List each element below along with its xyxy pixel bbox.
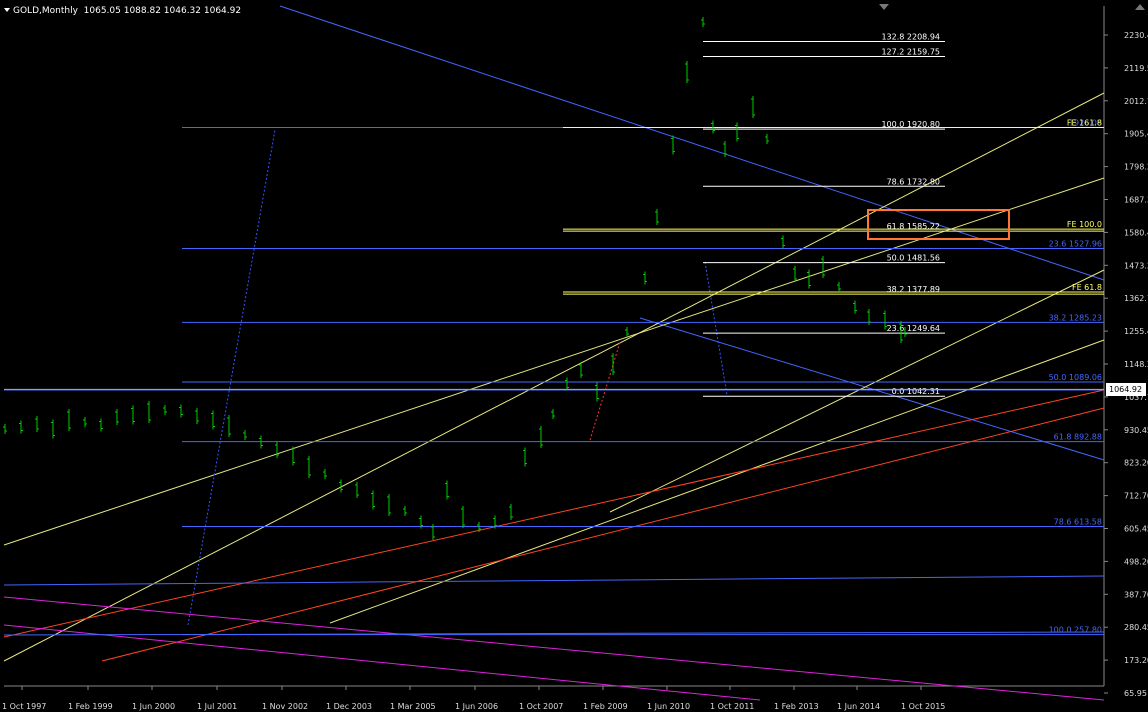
blue-dotted-line [187, 129, 276, 626]
y-tick-label: 1148.20 [1124, 360, 1148, 369]
blue-dotted-line [704, 261, 728, 396]
y-tick-label: 2230.45 [1124, 31, 1148, 40]
blue-level-line [3, 575, 1105, 586]
fib-blue-label: 100.0 257.80 [1049, 626, 1102, 635]
x-tick-label: 1 Jun 2014 [837, 702, 880, 711]
fib-white-label: 50.0 1481.56 [887, 254, 940, 263]
chart-window[interactable]: 2230.45 2119.55 2012.70 1905.45 1798.20 1687.… [0, 0, 1148, 712]
x-tick-label: 1 Dec 2003 [326, 702, 372, 711]
x-tick-label: 1 Feb 2009 [583, 702, 628, 711]
fib-yellow-label: 38.2 1377.89 [887, 285, 940, 294]
fib-white-label: 0.0 1042.31 [892, 387, 940, 396]
red-dotted-line [589, 341, 621, 441]
y-tick-label: 823.20 [1124, 459, 1148, 468]
y-tick-label: 65.95 [1124, 689, 1147, 698]
fib-expansion-label: FE 61.8 [1072, 283, 1102, 292]
fib-white-label: 127.2 2159.75 [881, 47, 940, 56]
x-tick-label: 1 Mar 2005 [390, 702, 436, 711]
y-tick-label: 173.20 [1124, 656, 1148, 665]
y-tick-label: 1580.45 [1124, 228, 1148, 237]
y-tick-label: 1362.70 [1124, 294, 1148, 303]
red-trendline-upper [3, 389, 1105, 638]
y-tick-label: 2012.70 [1124, 97, 1148, 106]
fib-expansion-label: FE 161.8 [1067, 119, 1102, 128]
y-tick-label: 1687.30 [1124, 196, 1148, 205]
fib-yellow-label: 61.8 1585.22 [887, 222, 940, 231]
scroll-marker-icon[interactable] [879, 4, 889, 10]
yellow-trendline-long [3, 177, 1105, 546]
y-tick-label: 1255.45 [1124, 327, 1148, 336]
x-tick-label: 1 Feb 1999 [68, 702, 113, 711]
x-tick-label: 1 Oct 1997 [2, 702, 46, 711]
symbol-title: GOLD,Monthly 1065.05 1088.82 1046.32 106… [4, 6, 241, 16]
y-tick-label: 1798.20 [1124, 163, 1148, 172]
x-tick-label: 1 Jul 2001 [197, 702, 237, 711]
y-tick-label: 1473.20 [1124, 261, 1148, 270]
fib-blue-label: 50.0 1089.06 [1049, 373, 1102, 382]
x-tick-label: 1 Jun 2010 [647, 702, 690, 711]
chart-shift-icon[interactable] [1135, 4, 1145, 10]
x-tick-label: 1 Jun 2000 [132, 702, 175, 711]
x-tick-label: 1 Oct 2011 [710, 702, 754, 711]
magenta-trendline-lower [3, 624, 761, 701]
magenta-trendline-upper [3, 596, 1105, 701]
price-chart[interactable]: 2230.45 2119.55 2012.70 1905.45 1798.20 1687.… [0, 0, 1148, 712]
fib-blue-label: 38.2 1285.23 [1049, 313, 1102, 322]
fib-blue-label: 23.6 1527.96 [1049, 240, 1102, 249]
y-tick-label: 930.45 [1124, 426, 1148, 435]
fib-blue-label: 78.6 613.58 [1054, 518, 1102, 527]
red-trendline-lower [101, 407, 1105, 662]
yellow-trendline-short [609, 269, 1105, 513]
fib-white-label: 132.8 2208.94 [881, 33, 940, 42]
dropdown-icon[interactable] [4, 8, 10, 12]
x-tick-label: 1 Oct 2007 [519, 702, 563, 711]
y-tick-label: 2119.55 [1124, 64, 1148, 73]
x-tick-label: 1 Nov 2002 [262, 702, 308, 711]
ohlc-values: 1065.05 1088.82 1046.32 1064.92 [83, 6, 242, 16]
x-tick-label: 1 Jun 2006 [455, 702, 498, 711]
fib-blue-label: 61.8 892.88 [1054, 433, 1102, 442]
fib-white-label: 23.6 1249.64 [887, 324, 940, 333]
x-tick-label: 1 Feb 2013 [774, 702, 819, 711]
symbol-name: GOLD,Monthly [13, 6, 78, 16]
x-tick-label: 1 Oct 2015 [901, 702, 945, 711]
y-tick-label: 712.70 [1124, 492, 1148, 501]
fib-expansion-label: FE 100.0 [1067, 220, 1102, 229]
y-tick-label: 280.45 [1124, 623, 1148, 632]
y-tick-label: 605.45 [1124, 525, 1148, 534]
y-tick-label: 498.20 [1124, 557, 1148, 566]
current-price-tag: 1064.92 [1106, 383, 1146, 396]
fib-white-label: 78.6 1732.80 [887, 177, 940, 186]
y-tick-label: 1905.45 [1124, 130, 1148, 139]
y-tick-label: 387.70 [1124, 590, 1148, 599]
